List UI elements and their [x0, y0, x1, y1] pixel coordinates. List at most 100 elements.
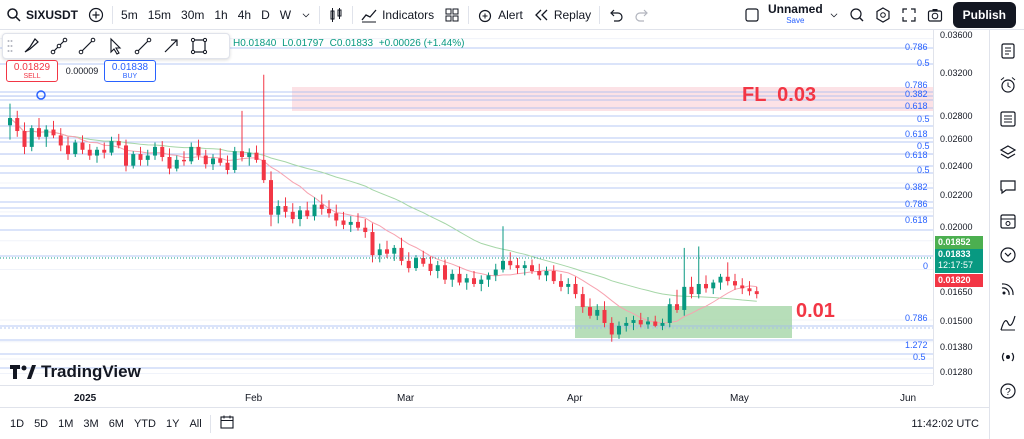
trend-angle-icon — [50, 37, 68, 55]
bottom-toolbar: 1D 5D 1M 3M 6M YTD 1Y All 11:42:02 UTC — [0, 407, 989, 439]
candle-body — [631, 320, 636, 323]
tradingview-logo[interactable]: TradingView — [10, 362, 141, 382]
settings-button[interactable] — [870, 0, 896, 30]
broadcast-icon[interactable] — [999, 348, 1017, 366]
range-1y[interactable]: 1Y — [161, 418, 184, 430]
indicators-label: Indicators — [382, 7, 435, 22]
trend-angle-tool[interactable] — [45, 34, 73, 58]
symbol-search[interactable]: SIXUSDT — [0, 0, 83, 30]
undo-button[interactable] — [603, 0, 629, 30]
compare-button[interactable] — [83, 0, 109, 30]
range-all[interactable]: All — [184, 418, 206, 430]
ray-tool[interactable] — [129, 34, 157, 58]
timezone-clock[interactable]: 11:42:02 UTC — [906, 418, 989, 430]
fullscreen-button[interactable] — [896, 0, 922, 30]
candle-body — [718, 276, 723, 283]
range-3m[interactable]: 3M — [78, 418, 103, 430]
interval-30m[interactable]: 30m — [176, 0, 209, 30]
drawing-toolbar — [2, 33, 230, 59]
svg-text:?: ? — [1005, 387, 1011, 398]
indicators-icon — [361, 9, 377, 22]
chart-type-button[interactable] — [323, 0, 349, 30]
redo-button[interactable] — [629, 0, 655, 30]
redo-icon — [635, 9, 649, 22]
layers-icon[interactable] — [999, 144, 1017, 162]
last-price-value: 0.01833 — [938, 249, 971, 259]
candle-body — [638, 320, 643, 325]
trendline-tool[interactable] — [73, 34, 101, 58]
cursor-tool[interactable] — [101, 34, 129, 58]
goto-date-button[interactable] — [214, 414, 240, 433]
interval-1h[interactable]: 1h — [209, 0, 232, 30]
candle-body — [443, 265, 447, 280]
object-tree-icon[interactable] — [999, 110, 1017, 128]
candle-body — [486, 275, 491, 280]
brush-tool[interactable] — [17, 34, 45, 58]
range-5d[interactable]: 5D — [29, 418, 53, 430]
price-axis-label: 0.02800 — [940, 111, 973, 121]
signal-icon[interactable] — [999, 280, 1017, 298]
candle-body — [421, 258, 426, 264]
price-axis-label: 0.03200 — [940, 68, 973, 78]
layout-square-icon — [745, 7, 759, 22]
range-1m[interactable]: 1M — [53, 418, 78, 430]
candle-body — [544, 270, 549, 276]
fib-label: 0.618 — [905, 101, 928, 111]
trendline-icon — [78, 37, 96, 55]
price-axis-label: 0.01380 — [940, 342, 973, 352]
candle-body — [537, 270, 542, 276]
price-axis-label: 0.02200 — [940, 190, 973, 200]
support-annotation[interactable]: 0.01 — [796, 300, 835, 323]
time-axis[interactable]: 2025 Feb Mar Apr May Jun — [0, 385, 933, 407]
drag-handle[interactable] — [3, 34, 17, 58]
performance-icon[interactable] — [999, 314, 1017, 332]
publish-button[interactable]: Publish — [948, 0, 1024, 30]
candle-body — [530, 265, 534, 271]
arrow-tool[interactable] — [157, 34, 185, 58]
right-sidebar: ? — [989, 30, 1024, 439]
calendar-events-icon[interactable] — [999, 212, 1017, 230]
layout-menu[interactable]: Unnamed Save — [739, 0, 844, 30]
candle-body — [290, 211, 295, 220]
fib-label: 0.382 — [905, 182, 928, 192]
candle-body — [675, 304, 679, 310]
quick-search-button[interactable] — [844, 0, 870, 30]
rewind-icon — [534, 9, 548, 20]
sell-button[interactable]: 0.01829 SELL — [6, 60, 58, 82]
candle-body — [696, 283, 701, 295]
interval-d[interactable]: D — [256, 0, 275, 30]
alert-label: Alert — [498, 7, 523, 22]
replay-button[interactable]: Replay — [528, 0, 596, 30]
candle-body — [667, 304, 672, 323]
alarm-clock-icon[interactable] — [999, 76, 1017, 94]
fl-annotation[interactable]: FL 0.03 — [742, 84, 816, 107]
candle-body — [174, 159, 179, 169]
alert-button[interactable]: Alert — [472, 0, 528, 30]
range-6m[interactable]: 6M — [104, 418, 129, 430]
templates-button[interactable] — [439, 0, 465, 30]
pine-editor-icon[interactable] — [999, 246, 1017, 264]
rectangle-tool[interactable] — [185, 34, 213, 58]
range-ytd[interactable]: YTD — [129, 418, 161, 430]
candle-body — [116, 141, 121, 146]
fib-label: 1.272 — [905, 340, 928, 350]
range-1d[interactable]: 1D — [0, 418, 29, 430]
candle-body — [66, 145, 70, 155]
interval-dropdown[interactable] — [296, 0, 316, 30]
candle-body — [283, 206, 288, 212]
buy-button[interactable]: 0.01838 BUY — [104, 60, 156, 82]
help-icon[interactable]: ? — [999, 382, 1017, 400]
chat-icon[interactable] — [999, 178, 1017, 196]
watchlist-icon[interactable] — [999, 42, 1017, 60]
interval-5m[interactable]: 5m — [116, 0, 143, 30]
price-axis[interactable]: 0.03600 0.03200 0.02800 0.02600 0.02400 … — [933, 30, 989, 385]
interval-w[interactable]: W — [275, 0, 296, 30]
candle-body — [240, 151, 244, 157]
candle-body — [341, 220, 346, 225]
indicators-button[interactable]: Indicators — [356, 0, 439, 30]
interval-15m[interactable]: 15m — [143, 0, 176, 30]
candle-body — [370, 232, 375, 256]
snapshot-button[interactable] — [922, 0, 948, 30]
buy-price: 0.01838 — [111, 62, 149, 73]
interval-4h[interactable]: 4h — [233, 0, 256, 30]
